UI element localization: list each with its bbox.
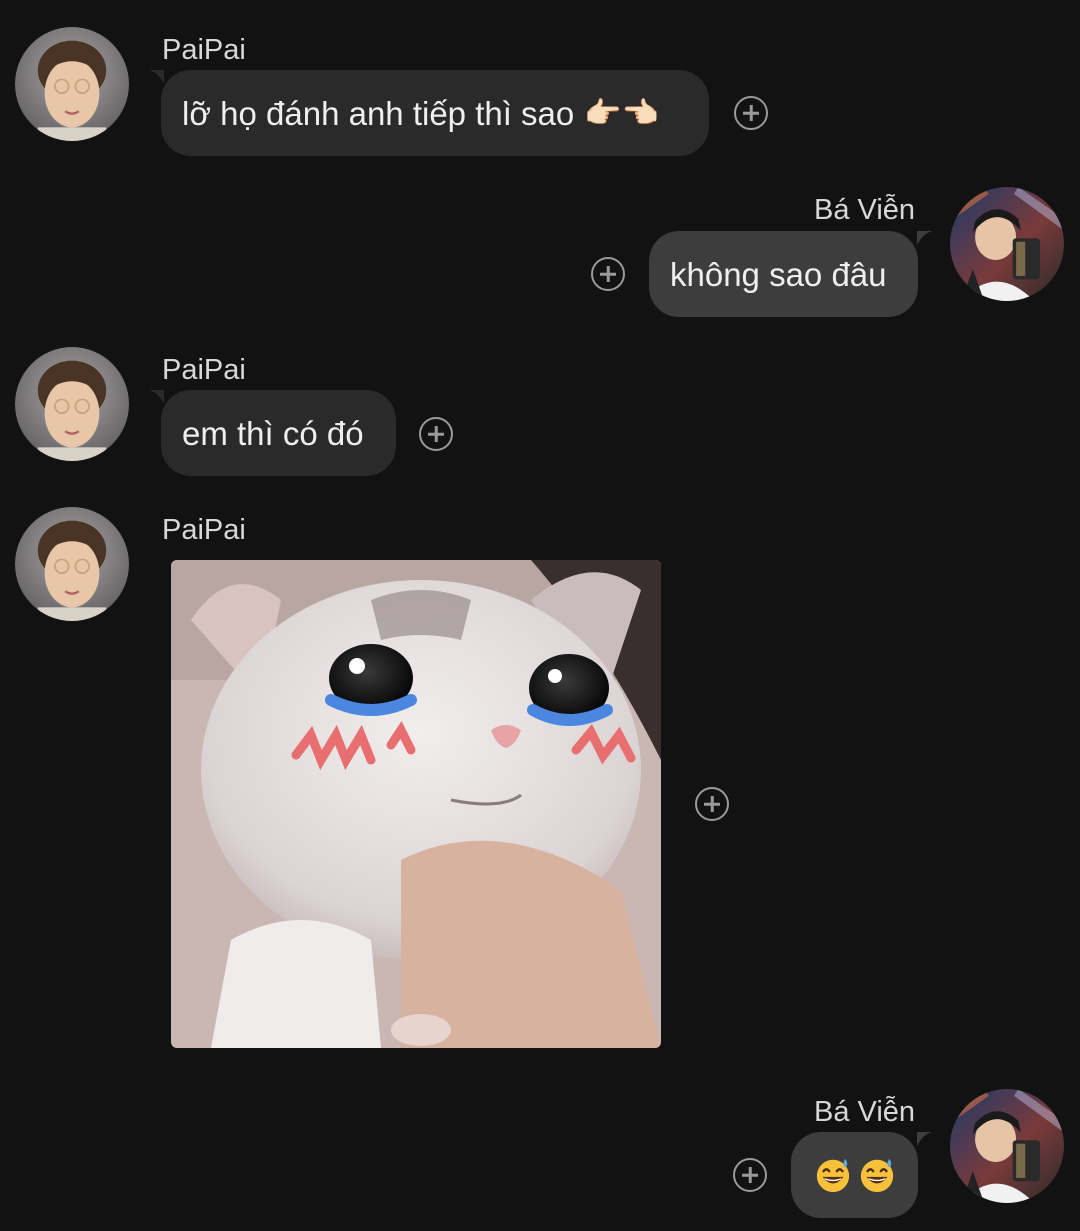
sender-name: PaiPai: [162, 514, 246, 546]
message-text: lỡ họ đánh anh tiếp thì sao: [182, 94, 575, 132]
ba-vien-avatar[interactable]: [950, 1089, 1064, 1203]
pointing-fingers-emoji: 👉🏻👈🏻: [584, 95, 659, 131]
paipai-avatar[interactable]: [15, 27, 129, 141]
bubble-tail: [917, 1132, 933, 1146]
sender-name: PaiPai: [162, 354, 246, 386]
bubble-tail: [148, 390, 164, 404]
add-reaction-icon[interactable]: [734, 96, 768, 130]
add-reaction-icon[interactable]: [591, 257, 625, 291]
message-text: không sao đâu: [670, 255, 887, 293]
add-reaction-icon[interactable]: [695, 787, 729, 821]
paipai-avatar[interactable]: [15, 347, 129, 461]
sender-name: PaiPai: [162, 34, 246, 66]
message-bubble[interactable]: không sao đâu: [649, 231, 918, 317]
message-bubble[interactable]: 😅😅: [791, 1132, 918, 1218]
grinning-sweat-emoji: [858, 1156, 896, 1194]
sender-name: Bá Viễn: [814, 194, 916, 226]
paipai-avatar[interactable]: [15, 507, 129, 621]
message-text: em thì có đó: [182, 414, 364, 452]
ba-vien-avatar[interactable]: [950, 187, 1064, 301]
grinning-sweat-emoji: [814, 1156, 852, 1194]
add-reaction-icon[interactable]: [733, 1158, 767, 1192]
sender-name: Bá Viễn: [814, 1096, 916, 1128]
add-reaction-icon[interactable]: [419, 417, 453, 451]
emoji-text: 😅😅: [854, 1175, 855, 1176]
crying-cat-sticker[interactable]: [171, 560, 661, 1048]
bubble-tail: [148, 70, 164, 84]
message-bubble[interactable]: em thì có đó: [161, 390, 396, 476]
bubble-tail: [917, 231, 933, 245]
message-bubble[interactable]: lỡ họ đánh anh tiếp thì sao 👉🏻👈🏻: [161, 70, 709, 156]
